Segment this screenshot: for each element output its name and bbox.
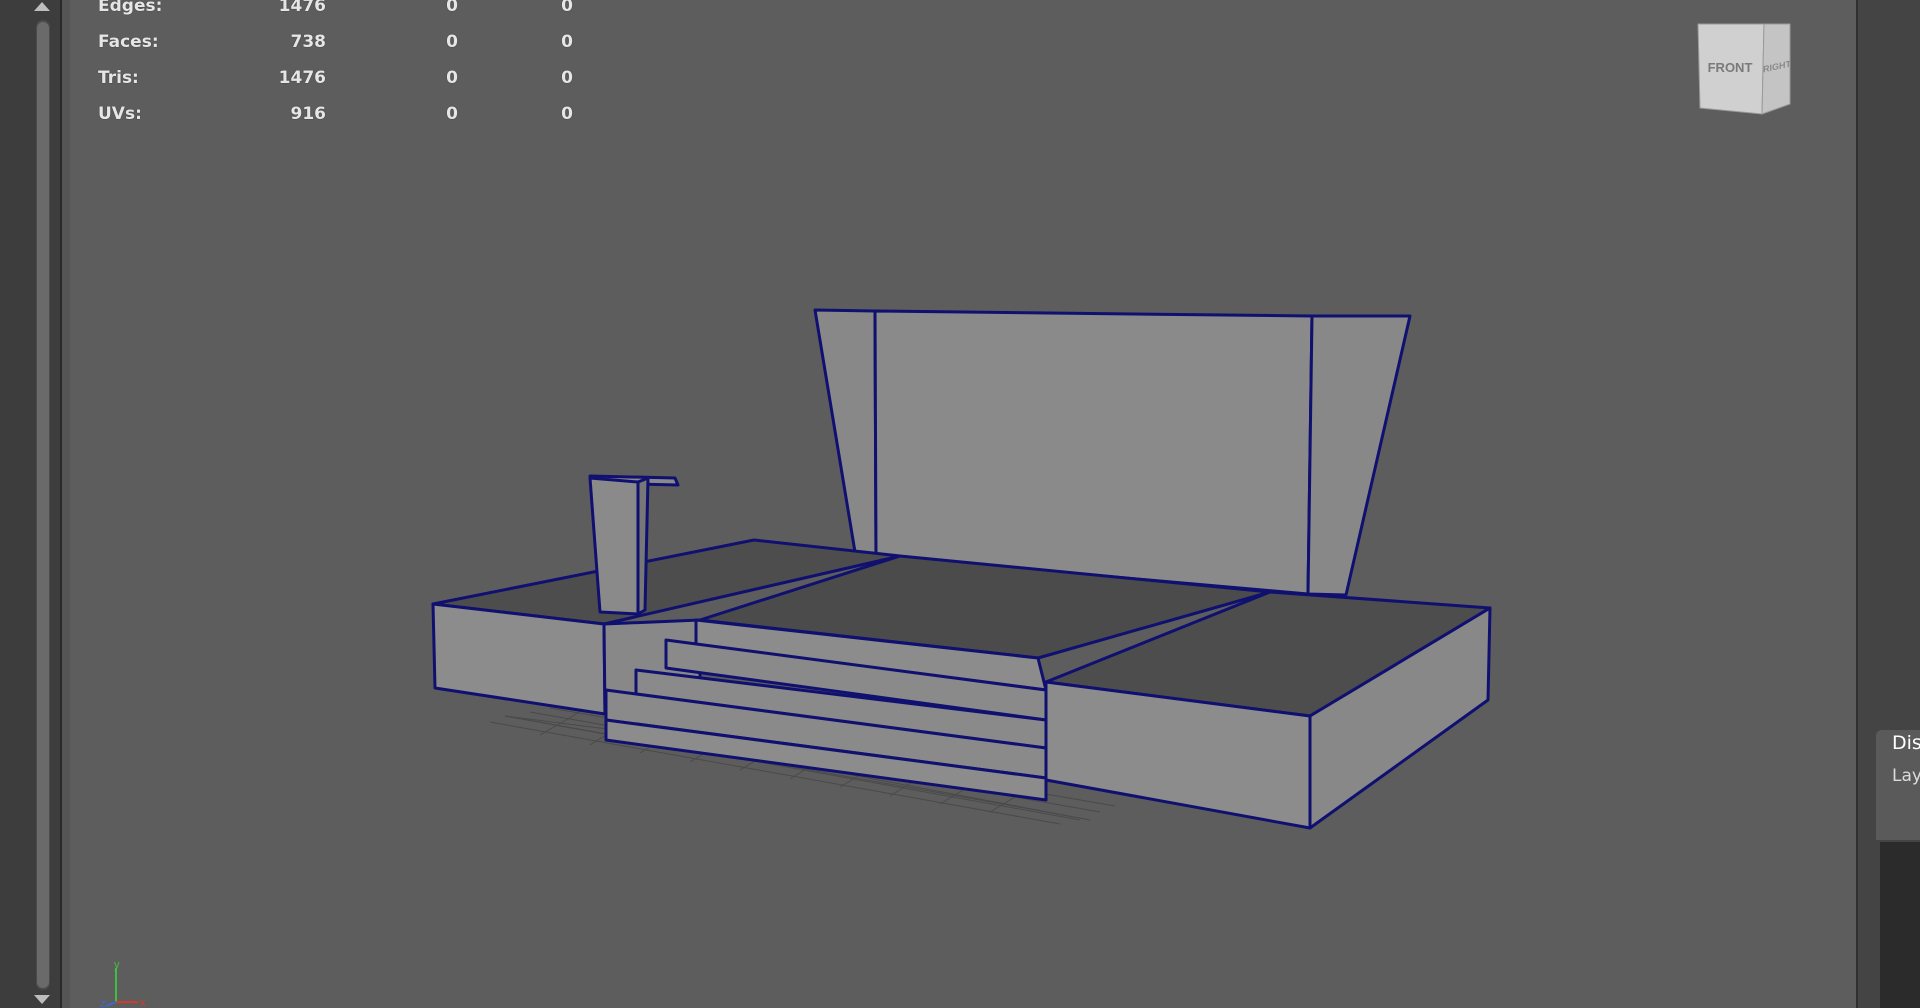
view-cube-front-label: FRONT [1708, 60, 1753, 75]
hud-value: 0 [446, 104, 458, 124]
maya-window: Edges: 1476 0 0 Faces: 738 0 0 Tris: 147… [0, 0, 1920, 1008]
back-panel [813, 308, 1412, 597]
layer-list-area[interactable] [1880, 842, 1920, 1008]
axis-x-label: x [140, 997, 146, 1008]
hud-value: 0 [446, 0, 458, 16]
viewport-panel[interactable]: Edges: 1476 0 0 Faces: 738 0 0 Tris: 147… [70, 0, 1856, 1008]
channel-box-panel: Dis Lay [1870, 0, 1920, 1008]
left-panel-divider[interactable] [62, 0, 70, 1008]
scroll-down-arrow-icon[interactable] [34, 995, 50, 1004]
hud-value: 738 [290, 32, 327, 52]
hud-row-edges: Edges: 1476 0 0 [98, 0, 578, 32]
axis-z-label: z [100, 998, 106, 1008]
hud-value: 0 [561, 104, 573, 124]
right-panel-divider[interactable] [1856, 0, 1870, 1008]
hud-row-faces: Faces: 738 0 0 [98, 32, 578, 68]
tab-layers[interactable]: Lay [1892, 766, 1920, 786]
hud-value: 0 [561, 0, 573, 16]
hud-value: 0 [446, 32, 458, 52]
hud-label: Faces: [98, 32, 159, 52]
hud-label: Edges: [98, 0, 163, 16]
poly-count-hud: Edges: 1476 0 0 Faces: 738 0 0 Tris: 147… [98, 0, 578, 140]
hud-label: UVs: [98, 104, 142, 124]
tab-display[interactable]: Dis [1892, 732, 1920, 754]
hud-row-uvs: UVs: 916 0 0 [98, 104, 578, 140]
scene-model[interactable] [70, 0, 1856, 1008]
hud-value: 1476 [278, 68, 326, 88]
hud-value: 1476 [278, 0, 326, 16]
hud-label: Tris: [98, 68, 139, 88]
hud-value: 0 [446, 68, 458, 88]
view-cube-icon[interactable]: FRONT RIGHT [1690, 20, 1810, 120]
hud-value: 0 [561, 68, 573, 88]
left-panel-strip [0, 0, 62, 1008]
axis-gizmo-icon: y x z [100, 959, 146, 1008]
hud-row-tris: Tris: 1476 0 0 [98, 68, 578, 104]
vertical-scrollbar[interactable] [36, 20, 50, 990]
scroll-up-arrow-icon[interactable] [34, 2, 50, 11]
scrollbar-thumb[interactable] [37, 22, 49, 988]
hud-value: 916 [290, 104, 327, 124]
axis-y-label: y [114, 959, 120, 971]
hud-value: 0 [561, 32, 573, 52]
